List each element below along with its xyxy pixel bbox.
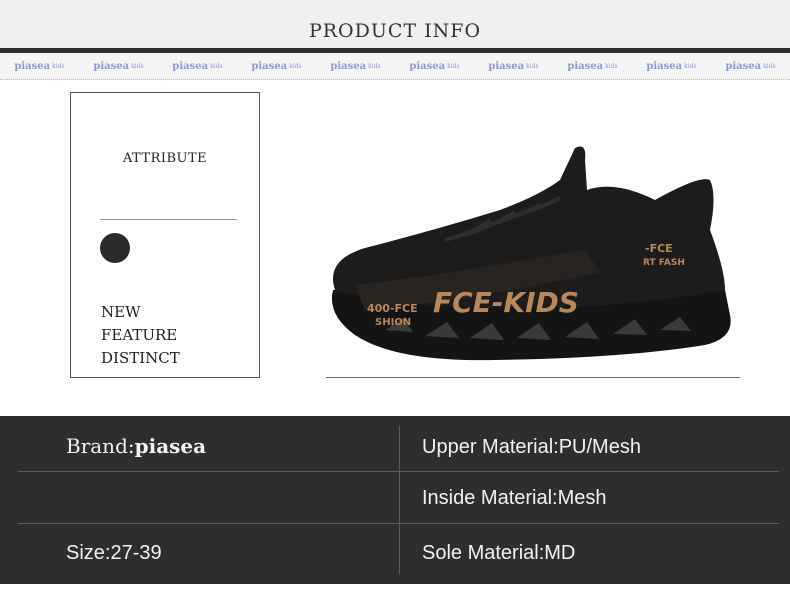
strip-logo: piasea kids: [711, 53, 790, 79]
brand-name: piasea: [134, 434, 207, 458]
strip-brand: piasea: [251, 60, 288, 72]
page-title: PRODUCT INFO: [308, 20, 482, 42]
strip-logo: piasea kids: [632, 53, 711, 79]
spec-sole-material: Sole Material:MD: [422, 542, 576, 564]
attribute-card: ATTRIBUTE NEW FEATURE DISTINCT: [70, 92, 260, 378]
product-image: 400-FCE SHION FCE-KIDS -FCE RT FASH: [325, 140, 745, 365]
strip-logo: piasea kids: [395, 53, 474, 79]
strip-logo: piasea kids: [237, 53, 316, 79]
strip-logo: piasea kids: [158, 53, 237, 79]
attribute-line-distinct: DISTINCT: [101, 349, 180, 367]
sneaker-illustration: 400-FCE SHION FCE-KIDS -FCE RT FASH: [331, 146, 731, 361]
brand-label: Brand:: [66, 434, 135, 458]
strip-sub: kids: [763, 62, 776, 70]
page-header: PRODUCT INFO: [0, 0, 790, 48]
strip-brand: piasea: [93, 60, 130, 72]
strip-brand: piasea: [330, 60, 367, 72]
strip-brand: piasea: [488, 60, 525, 72]
strip-logo: piasea kids: [79, 53, 158, 79]
attribute-title: ATTRIBUTE: [122, 151, 208, 166]
color-swatch: [100, 233, 130, 263]
print-main: FCE-KIDS: [433, 286, 579, 319]
print-left: 400-FCE: [367, 302, 418, 315]
print-heel: -FCE: [645, 242, 673, 255]
spec-upper-material: Upper Material:PU/Mesh: [422, 436, 641, 458]
strip-sub: kids: [526, 62, 539, 70]
attribute-line-new: NEW: [101, 303, 141, 321]
image-baseline: [326, 377, 740, 378]
strip-brand: piasea: [567, 60, 604, 72]
attribute-lines: NEW FEATURE DISTINCT: [101, 301, 180, 370]
strip-sub: kids: [131, 62, 144, 70]
strip-sub: kids: [210, 62, 223, 70]
strip-brand: piasea: [14, 60, 51, 72]
strip-sub: kids: [605, 62, 618, 70]
spec-brand: Brand:piasea: [66, 434, 206, 459]
attribute-line-feature: FEATURE: [101, 326, 178, 344]
strip-brand: piasea: [172, 60, 209, 72]
strip-brand: piasea: [646, 60, 683, 72]
strip-sub: kids: [684, 62, 697, 70]
spec-panel: Brand:piasea Upper Material:PU/Mesh Insi…: [0, 416, 790, 584]
spec-column-divider: [399, 426, 400, 574]
strip-sub: kids: [289, 62, 302, 70]
strip-brand: piasea: [409, 60, 446, 72]
spec-size: Size:27-39: [66, 542, 162, 564]
strip-sub: kids: [447, 62, 460, 70]
strip-logo: piasea kids: [316, 53, 395, 79]
print-heel-sub: RT FASH: [643, 258, 685, 268]
strip-logo: piasea kids: [0, 53, 79, 79]
strip-logo: piasea kids: [553, 53, 632, 79]
spec-inside-material: Inside Material:Mesh: [422, 487, 607, 509]
strip-brand: piasea: [725, 60, 762, 72]
strip-logo: piasea kids: [474, 53, 553, 79]
attribute-divider: [100, 219, 237, 220]
strip-sub: kids: [368, 62, 381, 70]
print-left-sub: SHION: [375, 317, 411, 328]
brand-logo-strip: piasea kids piasea kids piasea kids piasea k…: [0, 53, 790, 80]
strip-sub: kids: [52, 62, 65, 70]
